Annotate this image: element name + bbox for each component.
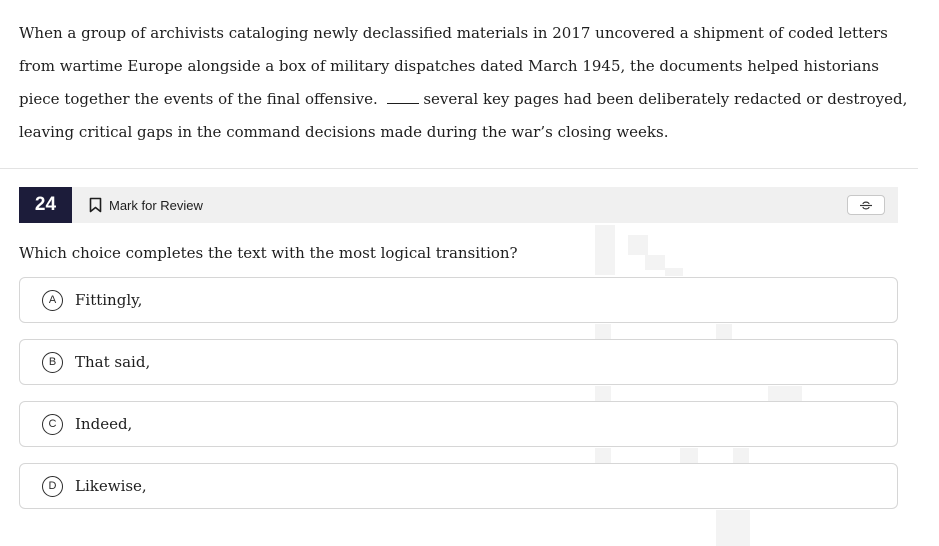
choice-letter-d: D bbox=[42, 475, 63, 497]
watermark-shape bbox=[733, 448, 749, 463]
choice-letter-c: C bbox=[42, 413, 63, 435]
section-divider bbox=[0, 168, 918, 169]
choice-text-a: Fittingly, bbox=[75, 291, 143, 309]
question-prompt: Which choice completes the text with the… bbox=[19, 244, 518, 262]
watermark-shape bbox=[665, 268, 683, 276]
passage-text: When a group of archivists cataloging ne… bbox=[19, 17, 919, 149]
mark-for-review-label: Mark for Review bbox=[109, 197, 203, 213]
answer-choice-c[interactable]: C Indeed, bbox=[19, 401, 898, 447]
watermark-shape bbox=[595, 448, 611, 463]
choice-text-b: That said, bbox=[75, 353, 151, 371]
bookmark-icon bbox=[89, 197, 102, 213]
question-header-bar: 24 Mark for Review bbox=[19, 187, 898, 223]
watermark-shape bbox=[716, 324, 732, 339]
watermark-shape bbox=[595, 386, 611, 401]
abc-strikethrough-icon bbox=[860, 201, 872, 210]
choice-letter-a: A bbox=[42, 289, 63, 311]
answer-choice-b[interactable]: B That said, bbox=[19, 339, 898, 385]
choice-letter-b: B bbox=[42, 351, 63, 373]
strikethrough-toggle-button[interactable] bbox=[847, 195, 885, 215]
watermark-shape bbox=[595, 225, 615, 275]
mark-for-review-button[interactable]: Mark for Review bbox=[89, 195, 203, 215]
watermark-shape bbox=[680, 448, 698, 463]
passage-blank bbox=[386, 90, 419, 104]
watermark-shape bbox=[716, 510, 750, 546]
answer-choice-d[interactable]: D Likewise, bbox=[19, 463, 898, 509]
choice-text-c: Indeed, bbox=[75, 415, 133, 433]
answer-choice-a[interactable]: A Fittingly, bbox=[19, 277, 898, 323]
watermark-shape bbox=[628, 235, 648, 255]
watermark-shape bbox=[595, 324, 611, 339]
watermark-shape bbox=[768, 386, 802, 401]
choice-text-d: Likewise, bbox=[75, 477, 147, 495]
question-number: 24 bbox=[19, 187, 72, 223]
watermark-shape bbox=[645, 255, 665, 270]
